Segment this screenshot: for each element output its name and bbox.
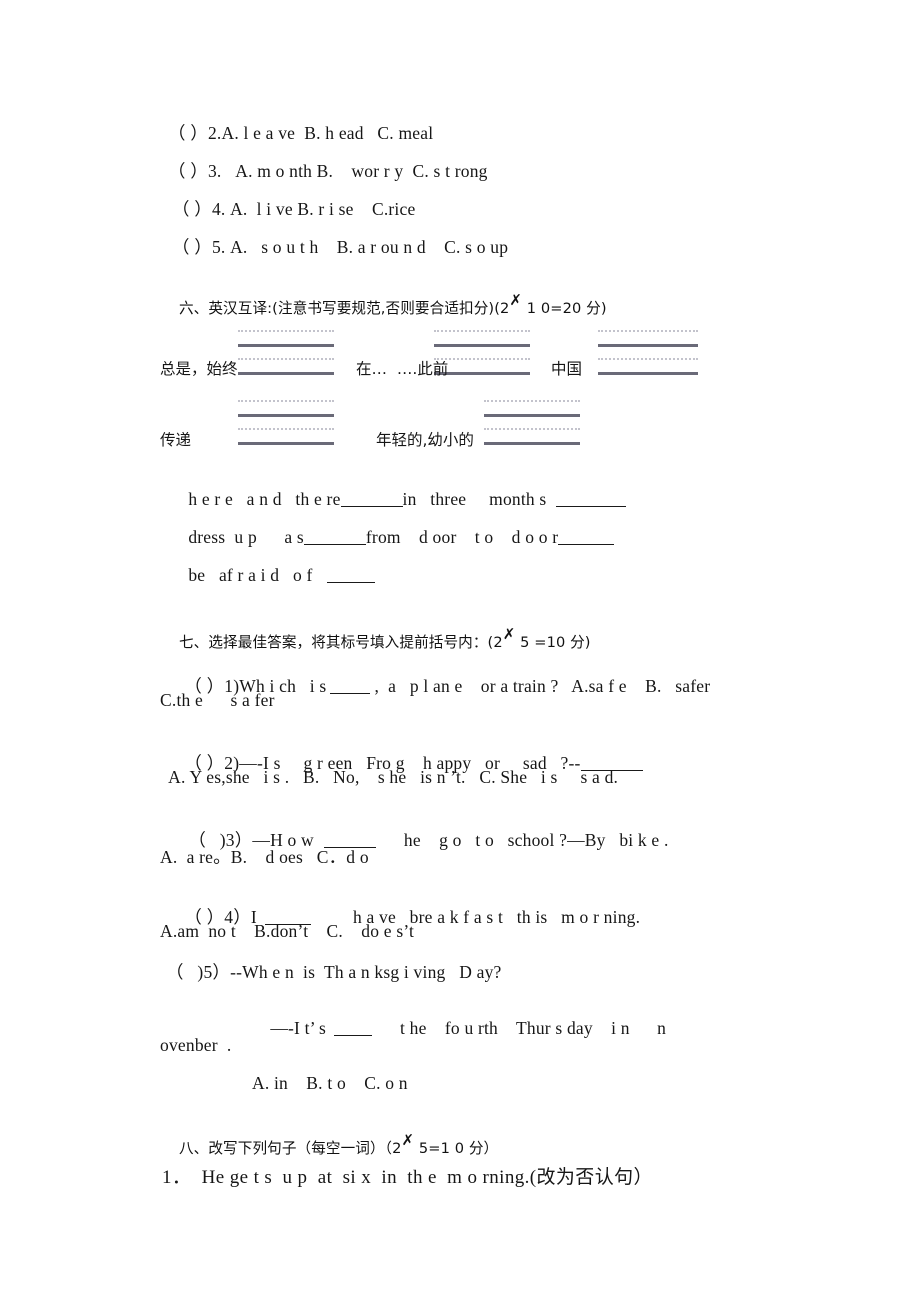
section-eight-heading-suffix: 5=1 0 分） (414, 1140, 499, 1157)
guide-line-1 (484, 400, 580, 402)
multiply-icon: ✗ (509, 291, 523, 309)
list-item: （ ）2.A. l e a ve B. h ead C. meal (168, 123, 434, 143)
multiply-icon: ✗ (401, 1131, 415, 1149)
translate-phrase-text: from d oor t o d o o r (365, 527, 559, 547)
guide-line-4 (484, 442, 580, 445)
translate-term-label: 在… ….此前 (356, 360, 449, 378)
guide-line-1 (598, 330, 698, 332)
answer-blank[interactable] (558, 527, 615, 545)
translate-term-label: 传递 (160, 431, 192, 449)
guide-line-1 (238, 330, 334, 332)
guide-line-4 (238, 442, 334, 445)
question-stem: —-I t’ s (270, 1018, 327, 1038)
rewrite-item: 1． He ge t s u p at si x in th e m o rni… (162, 1167, 653, 1188)
question-options: A. Y es,she i s . B. No, s he is n ’t. C… (160, 767, 619, 787)
question-row: —-I t’ s t he fo u rth Thur s day i n n (252, 997, 666, 1060)
guide-line-4 (238, 372, 334, 375)
section-six-heading-suffix: 1 0=20 分) (522, 300, 607, 317)
section-seven-heading-prefix: 七、选择最佳答案，将其标号填入提前括号内：(2 (178, 634, 503, 651)
answer-blank[interactable] (303, 527, 366, 545)
answer-blank[interactable] (326, 565, 375, 583)
guide-line-2 (434, 344, 530, 347)
section-eight-heading-prefix: 八、改写下列句子（每空一词）（2 (178, 1140, 402, 1157)
answer-blank[interactable] (330, 676, 371, 694)
guide-line-2 (238, 344, 334, 347)
exam-page: （ ）2.A. l e a ve B. h ead C. meal （ ）3. … (0, 0, 920, 1302)
question-options: A.am no t B.don’t C. do e s’t (160, 921, 415, 941)
guide-line-4 (434, 372, 530, 375)
question-stem: （ )5）--Wh e n is Th a n ksg i ving D ay? (166, 962, 502, 982)
guide-line-3 (434, 358, 530, 360)
translate-phrase-row: be af r a i d o f (170, 544, 375, 607)
guide-line-3 (238, 358, 334, 360)
answer-blank[interactable] (556, 489, 627, 507)
guide-line-1 (434, 330, 530, 332)
question-stem-wrap: ovenber . (160, 1035, 232, 1055)
answer-blank[interactable] (340, 489, 403, 507)
list-item: （ ）5. A. s o u t h B. a r ou n d C. s o … (172, 237, 509, 257)
guide-line-2 (484, 414, 580, 417)
guide-line-4 (598, 372, 698, 375)
translate-term-label: 年轻的,幼小的 (376, 431, 474, 449)
section-six-heading: 六、英汉互译:(注意书写要规范,否则要合适扣分)(2✗ 1 0=20 分) (160, 278, 607, 335)
question-options: , a p l an e or a train ? A.sa f e B. sa… (374, 676, 711, 696)
section-seven-heading-suffix: 5 =10 分) (515, 634, 591, 651)
guide-line-2 (238, 414, 334, 417)
question-stem-tail: t he fo u rth Thur s day i n n (400, 1018, 667, 1038)
question-options: C.th e s a fer (160, 690, 275, 710)
guide-line-2 (598, 344, 698, 347)
guide-line-3 (238, 428, 334, 430)
guide-line-3 (598, 358, 698, 360)
translate-phrase-text: be af r a i d o f (188, 565, 313, 585)
question-stem-tail: he g o t o school ?—By bi k e . (403, 830, 669, 850)
translate-term-label: 总是，始终 (160, 360, 238, 378)
guide-line-3 (484, 428, 580, 430)
question-options: A. in B. t o C. o n (252, 1073, 408, 1093)
guide-line-1 (238, 400, 334, 402)
question-options: A. a re。B. d oes C．d o (160, 847, 369, 867)
answer-blank[interactable] (334, 1018, 373, 1036)
list-item: （ ）3. A. m o nth B. wor r y C. s t rong (168, 161, 488, 181)
list-item: （ ）4. A. l i ve B. r i se C.rice (172, 199, 416, 219)
translate-term-label: 中国 (551, 360, 583, 378)
multiply-icon: ✗ (502, 625, 516, 643)
section-six-heading-prefix: 六、英汉互译:(注意书写要规范,否则要合适扣分)(2 (178, 300, 510, 317)
